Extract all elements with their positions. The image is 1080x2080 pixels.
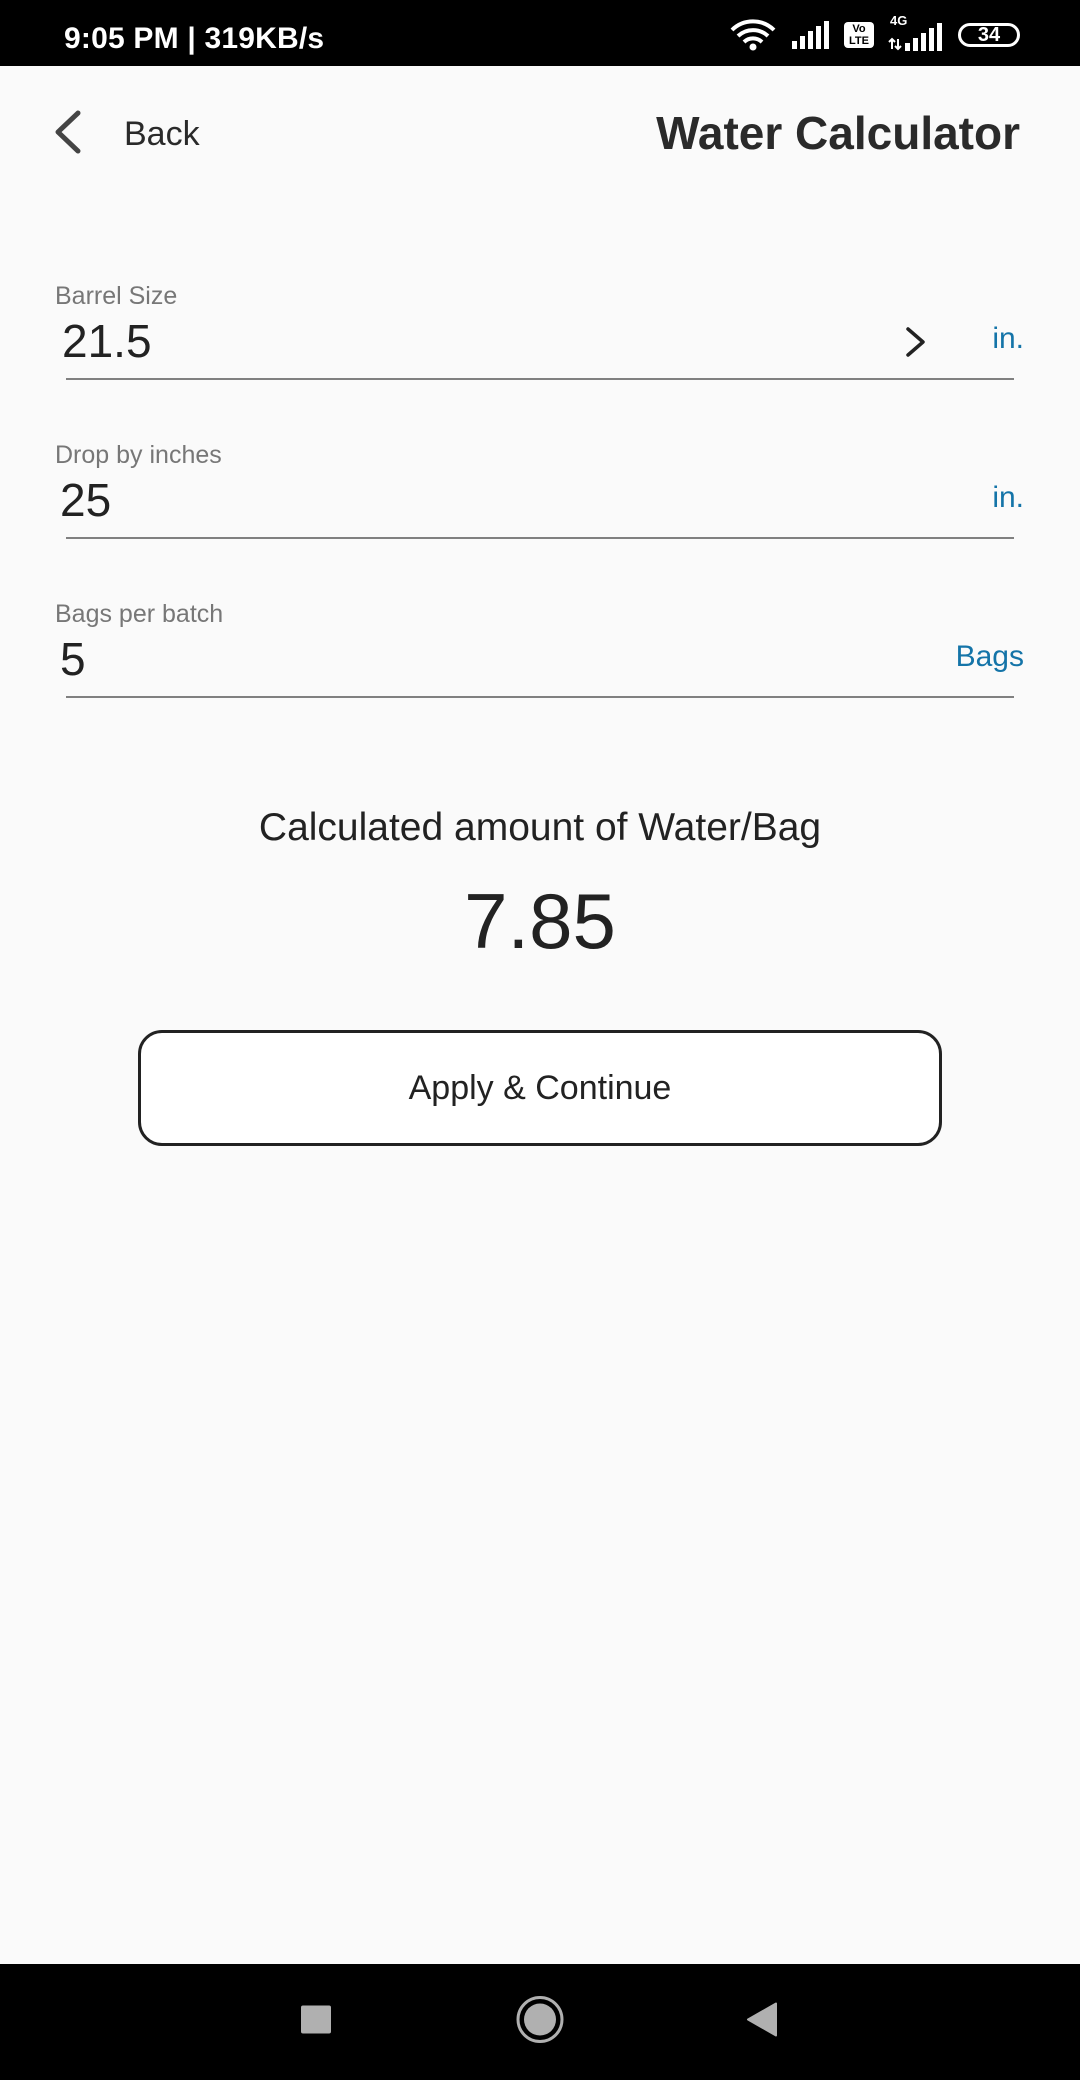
drop-by-inches-label: Drop by inches [55,441,222,469]
chevron-left-icon [52,110,82,159]
drop-by-inches-input[interactable] [60,473,860,527]
lte-text: LTE [849,35,869,47]
back-button[interactable]: Back [52,110,200,159]
status-icons: Vo LTE 4G 34 [730,13,1020,52]
drop-by-inches-underline [66,537,1014,539]
bags-per-batch-underline [66,696,1014,698]
drop-by-inches-unit: in. [992,481,1024,514]
barrel-size-underline [66,378,1014,380]
bags-per-batch-unit: Bags [955,640,1024,673]
barrel-size-input[interactable] [62,314,862,368]
status-bar: 9:05 PM | 319KB/s Vo LTE 4G 34 [0,0,1080,66]
barrel-size-unit: in. [992,322,1024,355]
system-nav-bar [0,1964,1080,2080]
back-nav-icon[interactable] [746,2002,778,2043]
app-header: Back Water Calculator [0,66,1080,206]
barrel-size-label: Barrel Size [55,282,178,310]
result-value: 7.85 [464,877,616,965]
battery-level: 34 [977,23,1001,46]
result-label: Calculated amount of Water/Bag [258,806,822,849]
chevron-right-icon[interactable] [904,326,928,363]
home-icon[interactable] [515,1995,565,2050]
signal-icon [790,21,830,49]
signal-4g-icon: 4G [888,13,944,51]
page-title: Water Calculator [656,107,1020,159]
bags-per-batch-label: Bags per batch [55,600,224,628]
bags-per-batch-input[interactable] [60,632,860,686]
wifi-icon [730,19,776,51]
recents-icon[interactable] [300,2005,332,2040]
volte-icon: Vo LTE [844,22,874,48]
apply-continue-button[interactable]: Apply & Continue [138,1030,942,1146]
status-time-speed: 9:05 PM | 319KB/s [64,22,325,55]
volte-text: Vo [852,23,866,35]
back-label: Back [124,115,200,153]
battery-icon: 34 [958,23,1020,47]
